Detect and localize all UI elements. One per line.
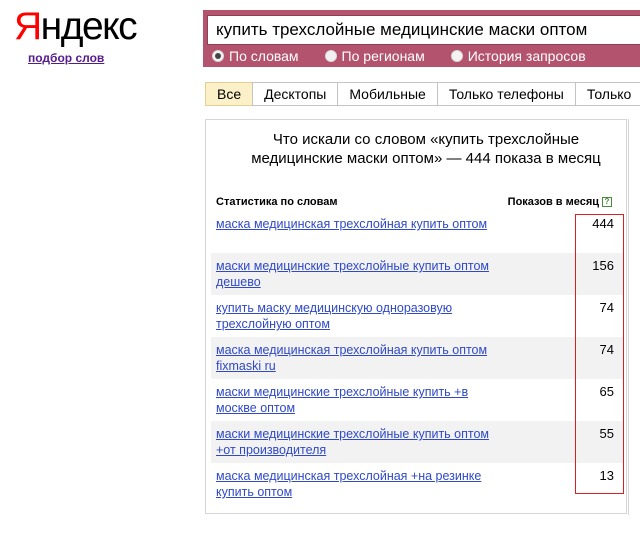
radio-po-regionam[interactable]: По регионам bbox=[324, 48, 425, 64]
keyword-link[interactable]: маска медицинская трехслойная купить опт… bbox=[216, 216, 496, 232]
next-panel-edge bbox=[628, 119, 640, 515]
word-stats-card: Что искали со словом «купить трехслойные… bbox=[205, 119, 627, 514]
tab-desktops[interactable]: Десктопы bbox=[252, 82, 338, 106]
stats-title: Что искали со словом «купить трехслойные… bbox=[251, 131, 601, 167]
yandex-logo[interactable]: Яндекс bbox=[14, 4, 138, 50]
keyword-link[interactable]: маски медицинские трехслойные купить опт… bbox=[216, 426, 496, 458]
search-input[interactable]: купить трехслойные медицинские маски опт… bbox=[207, 15, 640, 45]
radio-po-slovam[interactable]: По словам bbox=[212, 48, 299, 64]
table-row: маски медицинские трехслойные купить опт… bbox=[211, 421, 623, 463]
table-row: маска медицинская трехслойная +на резинк… bbox=[211, 463, 623, 505]
col-header-shows: Показов в месяц ? bbox=[508, 196, 612, 208]
search-mode-radios: По словам По регионам История запросов bbox=[212, 46, 612, 66]
help-icon[interactable]: ? bbox=[602, 197, 612, 207]
col-header-keywords: Статистика по словам bbox=[216, 196, 338, 208]
device-tabs: Все Десктопы Мобильные Только телефоны Т… bbox=[205, 82, 640, 106]
tab-mobile[interactable]: Мобильные bbox=[337, 82, 437, 106]
tab-phones-only[interactable]: Только телефоны bbox=[436, 82, 575, 106]
podbor-slov-link[interactable]: подбор слов bbox=[28, 51, 104, 65]
keyword-link[interactable]: маска медицинская трехслойная +на резинк… bbox=[216, 468, 496, 500]
radio-label: По словам bbox=[229, 48, 299, 64]
keyword-link[interactable]: купить маску медицинскую одноразовую тре… bbox=[216, 300, 496, 332]
radio-unchecked-icon bbox=[450, 50, 463, 62]
keyword-link[interactable]: маски медицинские трехслойные купить +в … bbox=[216, 384, 496, 416]
table-row: маска медицинская трехслойная купить опт… bbox=[211, 211, 623, 253]
tab-tablets-only[interactable]: Только bbox=[574, 82, 640, 106]
stats-rows: маска медицинская трехслойная купить опт… bbox=[211, 211, 623, 505]
table-row: маска медицинская трехслойная купить опт… bbox=[211, 337, 623, 379]
radio-checked-icon bbox=[212, 50, 224, 62]
logo-rest: ндекс bbox=[40, 5, 138, 48]
radio-istoriya[interactable]: История запросов bbox=[450, 48, 586, 64]
table-row: купить маску медицинскую одноразовую тре… bbox=[211, 295, 623, 337]
radio-label: По регионам bbox=[341, 48, 425, 64]
tab-all[interactable]: Все bbox=[205, 82, 253, 106]
col-header-shows-label: Показов в месяц bbox=[507, 196, 599, 208]
logo-first-letter: Я bbox=[14, 5, 42, 48]
keyword-link[interactable]: маска медицинская трехслойная купить опт… bbox=[216, 342, 496, 374]
keyword-link[interactable]: маски медицинские трехслойные купить опт… bbox=[216, 258, 496, 290]
count-highlight-box bbox=[575, 214, 624, 494]
table-row: маски медицинские трехслойные купить +в … bbox=[211, 379, 623, 421]
search-panel: купить трехслойные медицинские маски опт… bbox=[203, 10, 640, 67]
radio-label: История запросов bbox=[467, 48, 586, 64]
radio-unchecked-icon bbox=[324, 50, 337, 62]
table-row: маски медицинские трехслойные купить опт… bbox=[211, 253, 623, 295]
